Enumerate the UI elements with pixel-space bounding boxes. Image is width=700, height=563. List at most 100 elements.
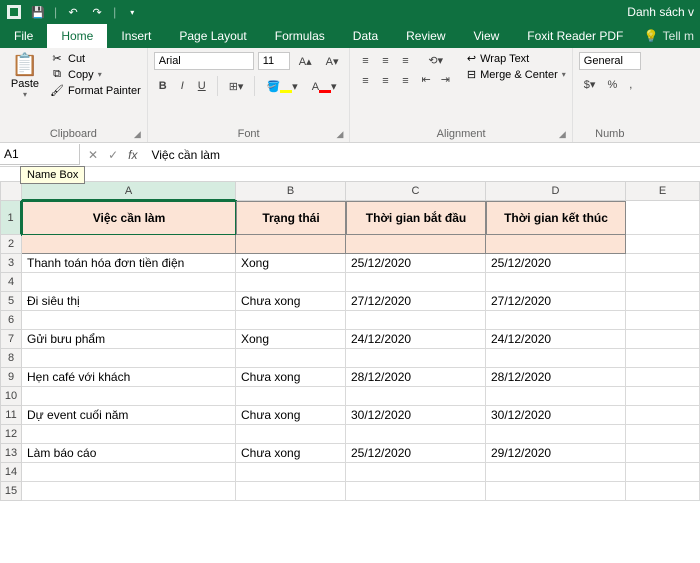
name-box[interactable] bbox=[0, 144, 80, 165]
cell[interactable] bbox=[22, 463, 236, 482]
tell-me[interactable]: 💡Tell m bbox=[638, 24, 700, 48]
cell[interactable] bbox=[626, 406, 700, 425]
cell[interactable] bbox=[626, 201, 700, 235]
align-left-icon[interactable]: ≡ bbox=[356, 72, 374, 90]
cell[interactable] bbox=[486, 463, 626, 482]
cell[interactable]: 28/12/2020 bbox=[486, 368, 626, 387]
row-header[interactable]: 2 bbox=[0, 235, 22, 254]
cell[interactable] bbox=[346, 349, 486, 368]
select-all-corner[interactable] bbox=[0, 181, 22, 201]
align-right-icon[interactable]: ≡ bbox=[396, 72, 414, 90]
italic-button[interactable]: I bbox=[176, 78, 189, 94]
cell[interactable] bbox=[626, 425, 700, 444]
merge-center-button[interactable]: ⊟Merge & Center▾ bbox=[467, 68, 566, 81]
cell[interactable] bbox=[486, 273, 626, 292]
increase-font-icon[interactable]: A▴ bbox=[294, 53, 317, 70]
cell[interactable] bbox=[346, 311, 486, 330]
cell[interactable]: Thời gian bắt đầu bbox=[346, 201, 486, 235]
borders-button[interactable]: ⊞▾ bbox=[224, 78, 249, 95]
cell[interactable]: Chưa xong bbox=[236, 292, 346, 311]
decrease-font-icon[interactable]: A▾ bbox=[321, 53, 344, 70]
tab-review[interactable]: Review bbox=[392, 24, 459, 48]
row-header[interactable]: 3 bbox=[0, 254, 22, 273]
accounting-format-button[interactable]: $▾ bbox=[579, 76, 601, 93]
enter-formula-icon[interactable]: ✓ bbox=[104, 148, 122, 162]
cell[interactable]: Hẹn café với khách bbox=[22, 368, 236, 387]
tab-home[interactable]: Home bbox=[47, 24, 107, 48]
row-header[interactable]: 5 bbox=[0, 292, 22, 311]
cell[interactable]: Xong bbox=[236, 330, 346, 349]
cell[interactable] bbox=[626, 387, 700, 406]
cell[interactable]: Thời gian kết thúc bbox=[486, 201, 626, 235]
cell[interactable] bbox=[346, 425, 486, 444]
tab-page-layout[interactable]: Page Layout bbox=[165, 24, 260, 48]
cell[interactable]: 27/12/2020 bbox=[346, 292, 486, 311]
cell[interactable]: Chưa xong bbox=[236, 444, 346, 463]
cell[interactable] bbox=[22, 482, 236, 501]
underline-button[interactable]: U bbox=[193, 78, 211, 94]
cell[interactable]: 30/12/2020 bbox=[486, 406, 626, 425]
cell[interactable]: 30/12/2020 bbox=[346, 406, 486, 425]
cell[interactable]: Dự event cuối năm bbox=[22, 406, 236, 425]
number-format-select[interactable] bbox=[579, 52, 641, 70]
undo-icon[interactable]: ↶ bbox=[63, 2, 83, 22]
percent-format-button[interactable]: % bbox=[602, 76, 622, 93]
align-bottom-icon[interactable]: ≡ bbox=[396, 52, 414, 70]
row-header[interactable]: 6 bbox=[0, 311, 22, 330]
cell[interactable] bbox=[626, 349, 700, 368]
cell[interactable]: Gửi bưu phẩm bbox=[22, 330, 236, 349]
row-header[interactable]: 10 bbox=[0, 387, 22, 406]
comma-format-button[interactable]: , bbox=[624, 76, 637, 93]
cell[interactable]: Thanh toán hóa đơn tiền điện bbox=[22, 254, 236, 273]
cell[interactable] bbox=[626, 254, 700, 273]
cell[interactable] bbox=[346, 273, 486, 292]
redo-icon[interactable]: ↷ bbox=[87, 2, 107, 22]
tab-formulas[interactable]: Formulas bbox=[261, 24, 339, 48]
cell[interactable] bbox=[486, 482, 626, 501]
tab-data[interactable]: Data bbox=[339, 24, 392, 48]
cell[interactable]: Làm báo cáo bbox=[22, 444, 236, 463]
cell[interactable]: 25/12/2020 bbox=[346, 254, 486, 273]
cell[interactable] bbox=[346, 235, 486, 254]
cell[interactable] bbox=[626, 463, 700, 482]
cell[interactable]: 25/12/2020 bbox=[486, 254, 626, 273]
cell[interactable] bbox=[236, 311, 346, 330]
cell[interactable] bbox=[346, 482, 486, 501]
cell[interactable]: 29/12/2020 bbox=[486, 444, 626, 463]
row-header[interactable]: 7 bbox=[0, 330, 22, 349]
format-painter-button[interactable]: 🖌Format Painter bbox=[50, 84, 141, 97]
cell[interactable] bbox=[22, 349, 236, 368]
cell[interactable] bbox=[486, 425, 626, 444]
tab-foxit[interactable]: Foxit Reader PDF bbox=[513, 24, 637, 48]
fx-icon[interactable]: fx bbox=[124, 148, 141, 162]
align-middle-icon[interactable]: ≡ bbox=[376, 52, 394, 70]
cell[interactable]: Chưa xong bbox=[236, 368, 346, 387]
row-header[interactable]: 11 bbox=[0, 406, 22, 425]
cell[interactable] bbox=[486, 311, 626, 330]
orientation-button[interactable]: ⟲▾ bbox=[416, 52, 454, 69]
row-header[interactable]: 4 bbox=[0, 273, 22, 292]
font-color-button[interactable]: A▾ bbox=[307, 78, 342, 95]
cell[interactable] bbox=[346, 387, 486, 406]
decrease-indent-icon[interactable]: ⇤ bbox=[416, 71, 435, 88]
cell[interactable] bbox=[626, 273, 700, 292]
cell[interactable] bbox=[236, 273, 346, 292]
cell[interactable]: 24/12/2020 bbox=[486, 330, 626, 349]
row-header[interactable]: 12 bbox=[0, 425, 22, 444]
cell[interactable] bbox=[486, 349, 626, 368]
column-header-B[interactable]: B bbox=[236, 181, 346, 201]
tab-file[interactable]: File bbox=[0, 24, 47, 48]
cell[interactable] bbox=[22, 425, 236, 444]
dialog-launcher-icon[interactable]: ◢ bbox=[337, 129, 344, 140]
row-header[interactable]: 13 bbox=[0, 444, 22, 463]
save-icon[interactable]: 💾 bbox=[28, 2, 48, 22]
copy-button[interactable]: ⧉Copy▾ bbox=[50, 68, 141, 81]
column-header-C[interactable]: C bbox=[346, 181, 486, 201]
cell[interactable] bbox=[346, 463, 486, 482]
cell[interactable] bbox=[22, 273, 236, 292]
cell[interactable] bbox=[626, 368, 700, 387]
cell[interactable] bbox=[626, 330, 700, 349]
align-top-icon[interactable]: ≡ bbox=[356, 52, 374, 70]
cell[interactable] bbox=[626, 311, 700, 330]
formula-input[interactable] bbox=[145, 145, 700, 165]
